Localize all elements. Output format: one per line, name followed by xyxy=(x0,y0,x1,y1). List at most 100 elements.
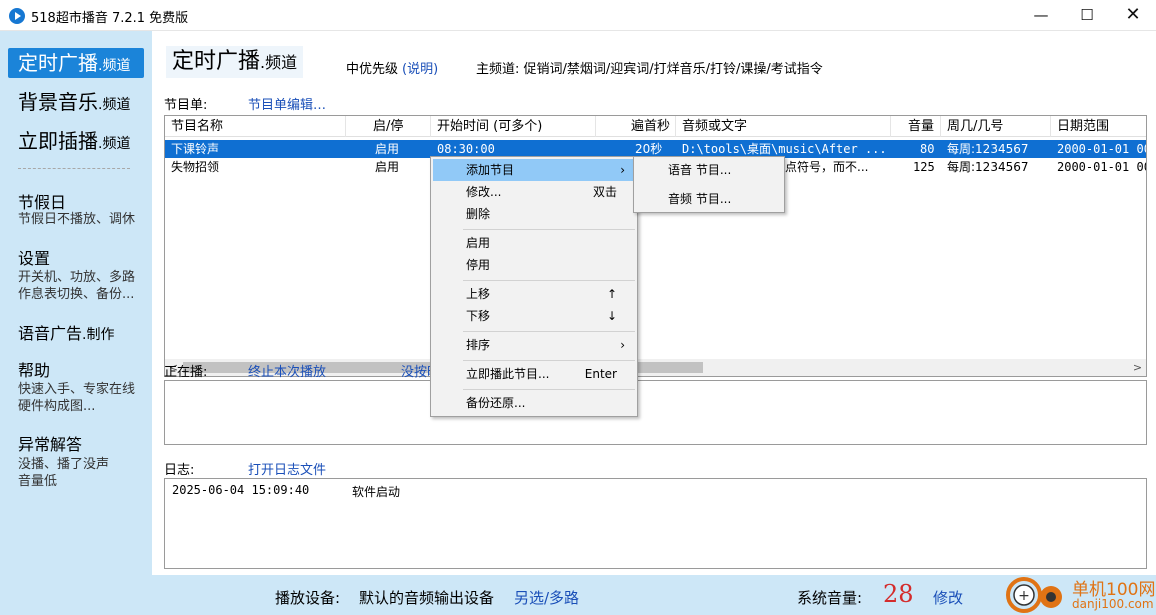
col-header-name[interactable]: 节目名称 xyxy=(165,116,346,137)
menu-item-label: 停用 xyxy=(466,258,491,272)
submenu-item-voice-program[interactable]: 语音 节目... xyxy=(636,159,782,181)
main-channel-text: 主频道: 促销词/禁烟词/迎宾词/打烊音乐/打铃/课操/考试指令 xyxy=(476,62,823,77)
sidebar-divider xyxy=(18,168,130,169)
menu-separator xyxy=(463,229,635,230)
maximize-button[interactable]: ☐ xyxy=(1064,0,1110,30)
menu-separator xyxy=(463,280,635,281)
menu-item-edit[interactable]: 修改... 双击 xyxy=(433,181,635,203)
nav-help-desc: 快速入手、专家在线 硬件构成图... xyxy=(18,382,136,414)
submenu-arrow-icon: › xyxy=(620,163,625,177)
log-box: 2025-06-04 15:09:40 软件启动 xyxy=(164,478,1147,569)
open-log-link[interactable]: 打开日志文件 xyxy=(248,459,326,478)
cell-weekday: 每周:1234567 xyxy=(947,160,1029,174)
choose-device-link[interactable]: 另选/多路 xyxy=(514,587,579,608)
modify-volume-link[interactable]: 修改 xyxy=(933,587,963,608)
nav-settings-desc: 开关机、功放、多路 作息表切换、备份... xyxy=(18,270,136,302)
page-title-suffix: .频道 xyxy=(260,53,298,72)
menu-shortcut: 双击 xyxy=(592,185,617,199)
menu-item-label: 立即播此节目... xyxy=(466,367,550,381)
nav-settings[interactable]: 设置 xyxy=(18,245,50,269)
nav-suffix: .频道 xyxy=(98,136,131,152)
cell-audio: 点符号，而不... xyxy=(785,160,869,174)
col-header-range[interactable]: 日期范围 xyxy=(1051,116,1146,137)
menu-item-label: 排序 xyxy=(466,338,491,352)
menu-item-label: 修改... xyxy=(466,185,502,199)
nav-troubleshooting[interactable]: 异常解答 xyxy=(18,431,82,455)
col-header-weekday[interactable]: 周几/几号 xyxy=(941,116,1051,137)
add-program-submenu: 语音 节目... 音频 节目... xyxy=(633,156,785,213)
page-title: 定时广播.频道 xyxy=(166,46,304,78)
col-header-state[interactable]: 启/停 xyxy=(346,116,431,137)
col-header-seconds[interactable]: 遍首秒 xyxy=(596,116,676,137)
submenu-arrow-icon: › xyxy=(620,338,625,352)
log-message: 软件启动 xyxy=(352,485,401,499)
svg-text:+: + xyxy=(1018,588,1030,604)
up-arrow-icon: ↑ xyxy=(606,287,617,301)
down-arrow-icon: ↓ xyxy=(606,309,617,323)
menu-item-play-now[interactable]: 立即播此节目... Enter xyxy=(433,363,635,385)
watermark-url: danji100.com xyxy=(1072,597,1154,611)
nav-holidays[interactable]: 节假日 xyxy=(18,189,66,213)
col-header-audio[interactable]: 音频或文字 xyxy=(676,116,891,137)
window-title: 518超市播音 7.2.1 免费版 xyxy=(31,11,189,26)
program-list-label: 节目单: xyxy=(164,98,208,113)
nav-suffix: .频道 xyxy=(98,97,131,113)
nav-troubleshooting-desc: 没播、播了没声 音量低 xyxy=(18,457,110,489)
volume-label: 系统音量: xyxy=(797,589,863,607)
nav-voice-ad-suffix: .制作 xyxy=(82,327,115,343)
nav-background-music[interactable]: 背景音乐.频道 xyxy=(8,87,144,117)
nav-label: 背景音乐 xyxy=(18,90,98,114)
nav-voice-ad[interactable]: 语音广告.制作 xyxy=(18,320,114,344)
nav-label: 定时广播 xyxy=(18,51,98,75)
cell-volume: 80 xyxy=(920,142,935,156)
col-header-volume[interactable]: 音量 xyxy=(891,116,941,137)
menu-item-disable[interactable]: 停用 xyxy=(433,254,635,276)
log-time: 2025-06-04 15:09:40 xyxy=(172,483,310,497)
menu-item-move-up[interactable]: 上移 ↑ xyxy=(433,283,635,305)
cell-range: 2000-01-01 00 xyxy=(1057,160,1147,174)
nav-help[interactable]: 帮助 xyxy=(18,357,50,381)
menu-separator xyxy=(463,389,635,390)
submenu-item-audio-program[interactable]: 音频 节目... xyxy=(636,188,782,210)
menu-item-backup-restore[interactable]: 备份还原... xyxy=(433,392,635,414)
cell-weekday: 每周:1234567 xyxy=(947,142,1029,156)
watermark-logo-icon: + xyxy=(1006,577,1062,613)
menu-shortcut: Enter xyxy=(584,367,617,381)
cell-name: 下课铃声 xyxy=(171,142,220,156)
title-bar: 518超市播音 7.2.1 免费版 — ☐ ✕ xyxy=(0,0,1156,31)
scroll-right-icon[interactable]: > xyxy=(1129,359,1146,376)
program-list[interactable]: 节目名称 启/停 开始时间 (可多个) 遍首秒 音频或文字 音量 周几/几号 日… xyxy=(164,115,1147,377)
menu-separator xyxy=(463,331,635,332)
menu-item-delete[interactable]: 删除 xyxy=(433,203,635,225)
nav-scheduled-broadcast[interactable]: 定时广播.频道 xyxy=(8,48,144,78)
list-header: 节目名称 启/停 开始时间 (可多个) 遍首秒 音频或文字 音量 周几/几号 日… xyxy=(165,116,1146,137)
main-panel: 定时广播.频道 中优先级 (说明) 主频道: 促销词/禁烟词/迎宾词/打烊音乐/… xyxy=(152,31,1156,575)
nav-instant-insert[interactable]: 立即插播.频道 xyxy=(8,126,144,156)
volume-value: 28 xyxy=(883,580,914,608)
menu-item-label: 下移 xyxy=(466,309,491,323)
page-title-text: 定时广播 xyxy=(172,49,261,74)
cell-state: 启用 xyxy=(375,142,400,156)
menu-item-label: 添加节目 xyxy=(466,163,515,177)
explain-link[interactable]: (说明) xyxy=(402,58,438,77)
nav-voice-ad-label: 语音广告 xyxy=(18,324,83,343)
menu-item-enable[interactable]: 启用 xyxy=(433,232,635,254)
col-header-start[interactable]: 开始时间 (可多个) xyxy=(431,116,596,137)
menu-item-add-program[interactable]: 添加节目 › xyxy=(433,159,635,181)
stop-playback-link[interactable]: 终止本次播放 xyxy=(248,361,326,380)
close-button[interactable]: ✕ xyxy=(1110,0,1156,30)
cell-name: 失物招领 xyxy=(171,160,220,174)
cell-range: 2000-01-01 00 xyxy=(1057,142,1147,156)
menu-item-label: 上移 xyxy=(466,287,491,301)
menu-item-label: 备份还原... xyxy=(466,396,526,410)
app-icon xyxy=(9,8,25,24)
now-playing-label: 正在播: xyxy=(164,365,208,380)
menu-item-label: 删除 xyxy=(466,207,491,221)
menu-item-move-down[interactable]: 下移 ↓ xyxy=(433,305,635,327)
minimize-button[interactable]: — xyxy=(1018,0,1064,30)
program-list-edit-link[interactable]: 节目单编辑… xyxy=(248,94,326,113)
menu-item-sort[interactable]: 排序 › xyxy=(433,334,635,356)
menu-separator xyxy=(463,360,635,361)
menu-item-label: 启用 xyxy=(466,236,491,250)
cell-volume: 125 xyxy=(913,160,935,174)
